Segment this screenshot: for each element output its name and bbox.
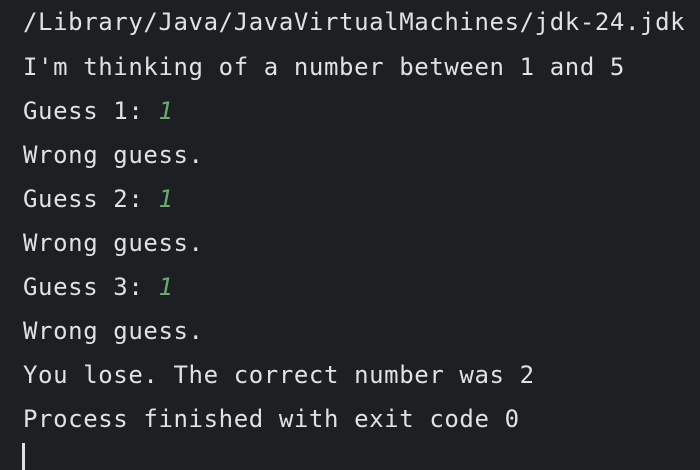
- guess-result-1: Wrong guess.: [23, 141, 204, 169]
- intro-message: I'm thinking of a number between 1 and 5: [23, 53, 625, 81]
- guess-line-3: Guess 3: 1: [23, 270, 174, 304]
- outcome-message: You lose. The correct number was 2: [23, 361, 535, 389]
- run-console[interactable]: /Library/Java/JavaVirtualMachines/jdk-24…: [0, 0, 700, 470]
- guess-result-3: Wrong guess.: [23, 317, 204, 345]
- guess-prompt-3: Guess 3:: [23, 273, 159, 301]
- guess-line-1: Guess 1: 1: [23, 94, 174, 128]
- guess-prompt-2: Guess 2:: [23, 185, 159, 213]
- guess-input-3: 1: [158, 273, 174, 301]
- command-line: /Library/Java/JavaVirtualMachines/jdk-24…: [23, 8, 686, 36]
- guess-prompt-1: Guess 1:: [23, 97, 159, 125]
- text-caret[interactable]: [22, 443, 25, 470]
- guess-result-2: Wrong guess.: [23, 229, 204, 257]
- guess-input-1: 1: [158, 97, 174, 125]
- exit-message: Process finished with exit code 0: [23, 405, 520, 433]
- guess-line-2: Guess 2: 1: [23, 182, 174, 216]
- guess-input-2: 1: [158, 185, 174, 213]
